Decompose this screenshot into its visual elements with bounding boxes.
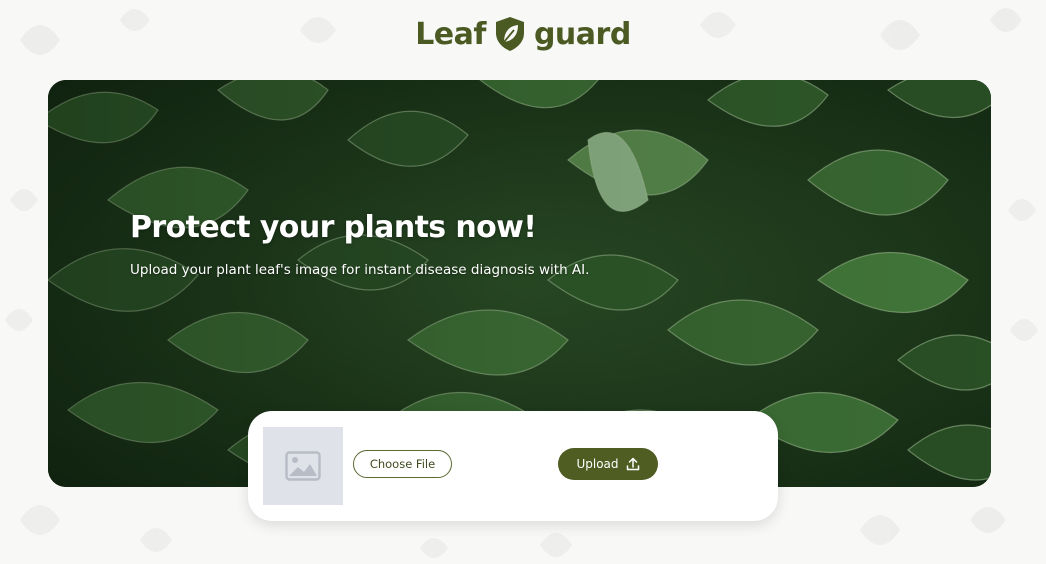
upload-button-label: Upload: [576, 457, 619, 471]
brand-name-part2: guard: [533, 16, 631, 52]
image-preview: [263, 427, 343, 505]
upload-button[interactable]: Upload: [558, 448, 658, 480]
hero-subtitle: Upload your plant leaf's image for insta…: [130, 262, 590, 278]
upload-card: Choose File Upload: [248, 411, 778, 521]
shield-leaf-icon: [495, 17, 524, 51]
brand-name-part1: Leaf: [415, 16, 486, 52]
brand-logo[interactable]: Leaf guard: [0, 12, 1046, 56]
choose-file-button[interactable]: Choose File: [353, 450, 452, 478]
hero-title: Protect your plants now!: [130, 210, 537, 245]
image-placeholder-icon: [285, 451, 321, 481]
upload-icon: [626, 457, 639, 471]
